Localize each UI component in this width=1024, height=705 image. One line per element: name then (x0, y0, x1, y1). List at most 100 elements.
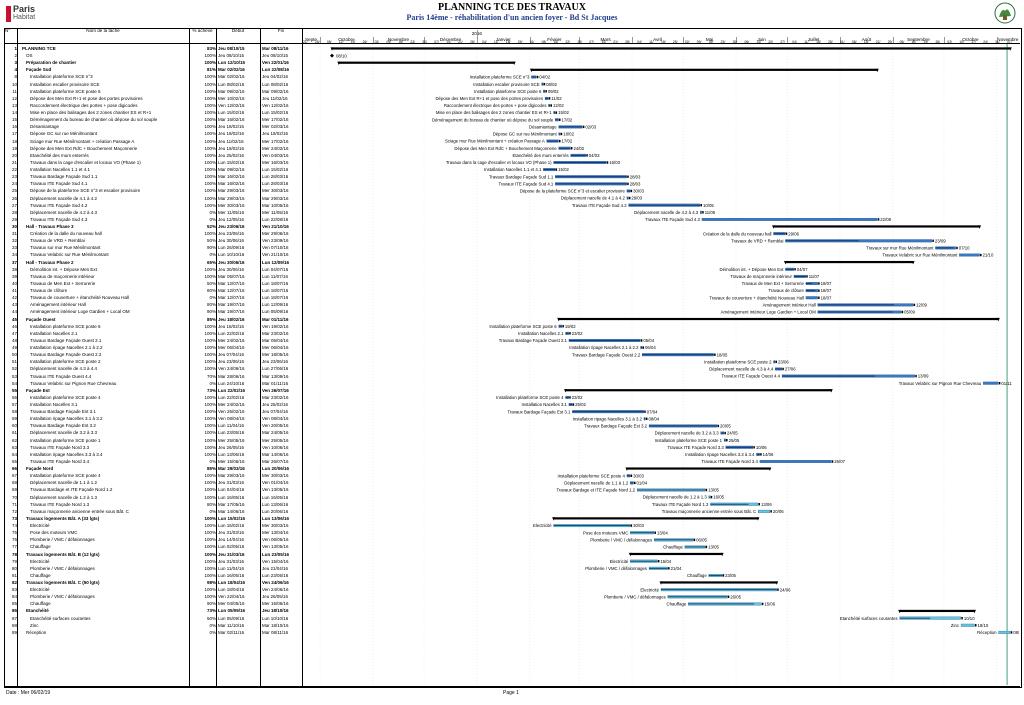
table-row[interactable]: 75 Pose des moteurs VMC 100% Jeu 31/03/16 Me… (4, 529, 302, 536)
table-row[interactable]: 16 Désamiantage 100% Jeu 18/02/16 Mer 02/03/… (4, 123, 302, 130)
table-row[interactable]: 53 Travaux ITE Façade Ouest 4.4 70% Mar 28/… (4, 373, 302, 380)
table-row[interactable]: 73 Travaux logements Bât. A (33 lgts) 100%… (4, 515, 302, 522)
table-row[interactable]: 43 Aménagement intérieur Hall 80% Mar 19/07… (4, 301, 302, 308)
table-row[interactable]: 48 Travaux Bardage Façade Ouest 2.1 100% Me… (4, 337, 302, 344)
task-start: Ven 24/06/16 (218, 366, 245, 372)
table-row[interactable]: 59 Installation ripage Nacelles 3.1 à 3.2… (4, 415, 302, 422)
table-row[interactable]: 29 Travaux ITE Façade Sud 4.3 0% Jeu 12/05/… (4, 216, 302, 223)
table-row[interactable]: 42 Travaux de couverture + étanchéité Nou… (4, 294, 302, 301)
table-row[interactable]: 4 Façade Sud 81% Mar 02/02/16 Lun 22/08/16 (4, 66, 302, 73)
table-row[interactable]: 34 Travaux Velabric sur Rue Ménilmontant 0… (4, 251, 302, 258)
table-row[interactable]: 78 Travaux logements Bât. B (12 lgts) 100%… (4, 551, 302, 558)
table-row[interactable]: 32 Travaux de VRD + Remblai 50% Jeu 30/06/1… (4, 237, 302, 244)
table-row[interactable]: 69 Travaux Bardage et ITE Façade Nord 1.2… (4, 486, 302, 493)
table-row[interactable]: 55 Façade Est 73% Lun 22/02/16 Ven 26/07/16 (4, 387, 302, 394)
table-row[interactable]: 74 Electricité 100% Lun 15/02/16 Mer 30/03/1… (4, 522, 302, 529)
task-percent: 73% (206, 387, 216, 393)
table-row[interactable]: 51 Installation plateforme SCE poste 2 100… (4, 358, 302, 365)
table-row[interactable]: 11 Installation plateforme SCE poste 6 100… (4, 88, 302, 95)
task-end: Mar 18/10/16 (262, 622, 289, 628)
table-row[interactable]: 62 Installation plateforme SCE poste 1 100… (4, 437, 302, 444)
task-number: 76 (11, 537, 17, 543)
table-row[interactable]: 58 Travaux Bardage Façade Est 3.1 100% Ven … (4, 408, 302, 415)
table-row[interactable]: 2 OS 100% Jeu 08/10/15 Jeu 08/10/15 (4, 52, 302, 59)
table-row[interactable]: 27 Travaux ITE Façade Sud 4.2 100% Mer 30/0… (4, 202, 302, 209)
table-row[interactable]: 79 Electricité 100% Jeu 31/03/16 Ven 15/04/1… (4, 558, 302, 565)
table-row[interactable]: 88 Zinc 0% Mar 11/10/16 Mar 18/10/16 (4, 622, 302, 629)
table-row[interactable]: 12 Dépose des Men Ext R+1 et pose des por… (4, 95, 302, 102)
task-progress (899, 617, 931, 619)
task-name: Travaux Bardage Façade Est 3.2 (30, 423, 96, 429)
table-row[interactable]: 13 Raccordement électrique des portes + p… (4, 102, 302, 109)
task-start: Lun 22/02/16 (218, 330, 245, 336)
table-row[interactable]: 8 Installation plateforme SCE n°3 100% Mar … (4, 73, 302, 80)
table-row[interactable]: 28 Déplacement nacelle de 4.2 à 4.3 0% Mer … (4, 209, 302, 216)
table-row[interactable]: 21 Travaux dans la cage d'escalier et loc… (4, 159, 302, 166)
table-row[interactable]: 33 Travaux sur mur Rue Ménilmontant 90% Lun… (4, 244, 302, 251)
task-end-marker (630, 524, 633, 527)
table-row[interactable]: 76 Plomberie / VMC / défalonnages 100% Jeu … (4, 536, 302, 543)
table-row[interactable]: 68 Déplacement nacelle de 1.1 à 1.2 100% Je… (4, 479, 302, 486)
table-row[interactable]: 64 Installation ripage Nacelles 3.3 à 3.4… (4, 451, 302, 458)
task-bar-date: 23/06 (778, 359, 789, 364)
task-progress (543, 90, 545, 92)
table-row[interactable]: 89 Réception 0% Mar 02/11/16 Mar 08/11/16 (4, 629, 302, 636)
table-row[interactable]: 22 Installation Nacelles 1.1 et 4.1 100% Ma… (4, 166, 302, 173)
table-row[interactable]: 65 Travaux ITE Façade Nord 3.4 0% Mer 15/06… (4, 458, 302, 465)
table-row[interactable]: 67 Installation plateforme SCE poste 4 100… (4, 472, 302, 479)
table-row[interactable]: 57 Installation Nacelles 3.1 100% Mer 24/02… (4, 401, 302, 408)
table-row[interactable]: 39 Travaux de maçonnerie intérieur 100% Mar… (4, 273, 302, 280)
table-row[interactable]: 1 PLANNING TCE 83% Jeu 08/10/15 Mar 08/11/16 (4, 45, 302, 52)
table-row[interactable]: 60 Travaux Bardage Façade Est 3.2 100% Lun … (4, 422, 302, 429)
table-row[interactable]: 20 Etanchéité des murs enterrés 100% Jeu 25… (4, 152, 302, 159)
table-row[interactable]: 3 Préparation de chantier 100% Lun 12/10/15… (4, 59, 302, 66)
table-row[interactable]: 15 Déménagement du bureau de chantier où … (4, 116, 302, 123)
table-row[interactable]: 86 Etanchéité 73% Lun 05/09/16 Jeu 18/10/16 (4, 607, 302, 614)
table-row[interactable]: 19 Dépose des Men Ext RdC + Bouchement Ma… (4, 145, 302, 152)
table-row[interactable]: 83 Electricité 100% Lun 18/04/16 Ven 24/06/1… (4, 586, 302, 593)
table-row[interactable]: 52 Déplacement nacelle de 4.3 à 4.4 100% Ve… (4, 365, 302, 372)
table-row[interactable]: 54 Travaux Velabric sur Pignon Rue Chevre… (4, 380, 302, 387)
table-row[interactable]: 37 Hall - Travaux Phase 2 65% Jeu 30/06/16 L… (4, 259, 302, 266)
table-row[interactable]: 26 Déplacement nacelle de 4.1 à 4.2 100% Ma… (4, 195, 302, 202)
table-row[interactable]: 25 Dépose de la plateforme SCE n°3 et esc… (4, 187, 302, 194)
table-row[interactable]: 63 Travaux ITE Façade Nord 3.3 100% Jeu 26/… (4, 444, 302, 451)
table-row[interactable]: 31 Création de la dalle du nouveau hall 10… (4, 230, 302, 237)
task-bar-name: Installation Nacelles 3.1 (522, 402, 568, 407)
task-progress (724, 439, 726, 441)
table-row[interactable]: 77 Chauffage 100% Lun 02/05/16 Ven 13/05/16 (4, 543, 302, 550)
table-row[interactable]: 81 Chauffage 100% Lun 16/05/16 Lun 23/05/16 (4, 572, 302, 579)
table-row[interactable]: 10 Installation escalier provisoire SCE 10… (4, 81, 302, 88)
task-progress (805, 283, 812, 284)
task-bar-date: 30/03 (633, 189, 644, 194)
table-row[interactable]: 38 Démolition int. + Dépose Men Ext 100% Je… (4, 266, 302, 273)
table-row[interactable]: 56 Installation plateforme SCE poste 4 100… (4, 394, 302, 401)
table-row[interactable]: 41 Travaux de clôture 80% Mar 12/07/16 Lun 1… (4, 287, 302, 294)
table-row[interactable]: 72 Travaux maçonnerie ancienne entrée sou… (4, 508, 302, 515)
table-row[interactable]: 87 Etanchéité surfaces courantes 50% Lun 05… (4, 615, 302, 622)
task-bar-name: Travaux de clôture (768, 288, 804, 293)
task-end: Mar 08/11/16 (262, 629, 289, 635)
table-row[interactable]: 61 Déplacement nacelle de 3.2 à 3.3 100% Lu… (4, 429, 302, 436)
table-row[interactable]: 70 Déplacement nacelle de 1.2 à 1.3 100% Lu… (4, 494, 302, 501)
table-row[interactable]: 50 Travaux Bardage Façade Ouest 2.2 100% Je… (4, 351, 302, 358)
table-row[interactable]: 30 Hall - Travaux Phase 3 52% Jeu 23/06/16 V… (4, 223, 302, 230)
table-row[interactable]: 47 Installation Nacelles 2.1 100% Lun 22/02… (4, 330, 302, 337)
table-row[interactable]: 82 Travaux logements Bât. C (50 lgts) 98% L… (4, 579, 302, 586)
table-row[interactable]: 80 Plomberie / VMC / défalonnages 100% Lun … (4, 565, 302, 572)
table-row[interactable]: 23 Travaux Bardage Façade Sud 1.1 100% Mar … (4, 173, 302, 180)
table-row[interactable]: 85 Chauffage 90% Mer 04/05/16 Mer 15/06/16 (4, 600, 302, 607)
table-row[interactable]: 40 Travaux de Men Ext + Serrurerie 50% Mar … (4, 280, 302, 287)
table-row[interactable]: 24 Travaux ITE Façade Sud 4.1 100% Mar 16/0… (4, 180, 302, 187)
table-row[interactable]: 71 Travaux ITE Façade Nord 1.3 80% Mar 17/0… (4, 501, 302, 508)
table-row[interactable]: 49 Installation ripage Nacelles 2.1 à 2.2… (4, 344, 302, 351)
table-row[interactable]: 14 Mise en place des balisages des 2 zone… (4, 109, 302, 116)
table-row[interactable]: 18 Sciage mur Rue Ménilmontant + création… (4, 138, 302, 145)
table-row[interactable]: 46 Installation plateforme SCE poste 6 100… (4, 323, 302, 330)
task-bar-date: 20/05 (720, 424, 731, 429)
table-row[interactable]: 45 Façade Ouest 85% Jeu 18/02/16 Mar 01/11/1… (4, 316, 302, 323)
table-row[interactable]: 44 Aménagement intérieur Loge Gardien + L… (4, 308, 302, 315)
table-row[interactable]: 84 Plomberie / VMC / défalonnages 100% Ven … (4, 593, 302, 600)
table-row[interactable]: 17 Dépose GC sur rue Ménilmontant 100% Jeu … (4, 130, 302, 137)
table-row[interactable]: 66 Façade Nord 85% Mar 29/03/16 Lun 20/06/16 (4, 465, 302, 472)
